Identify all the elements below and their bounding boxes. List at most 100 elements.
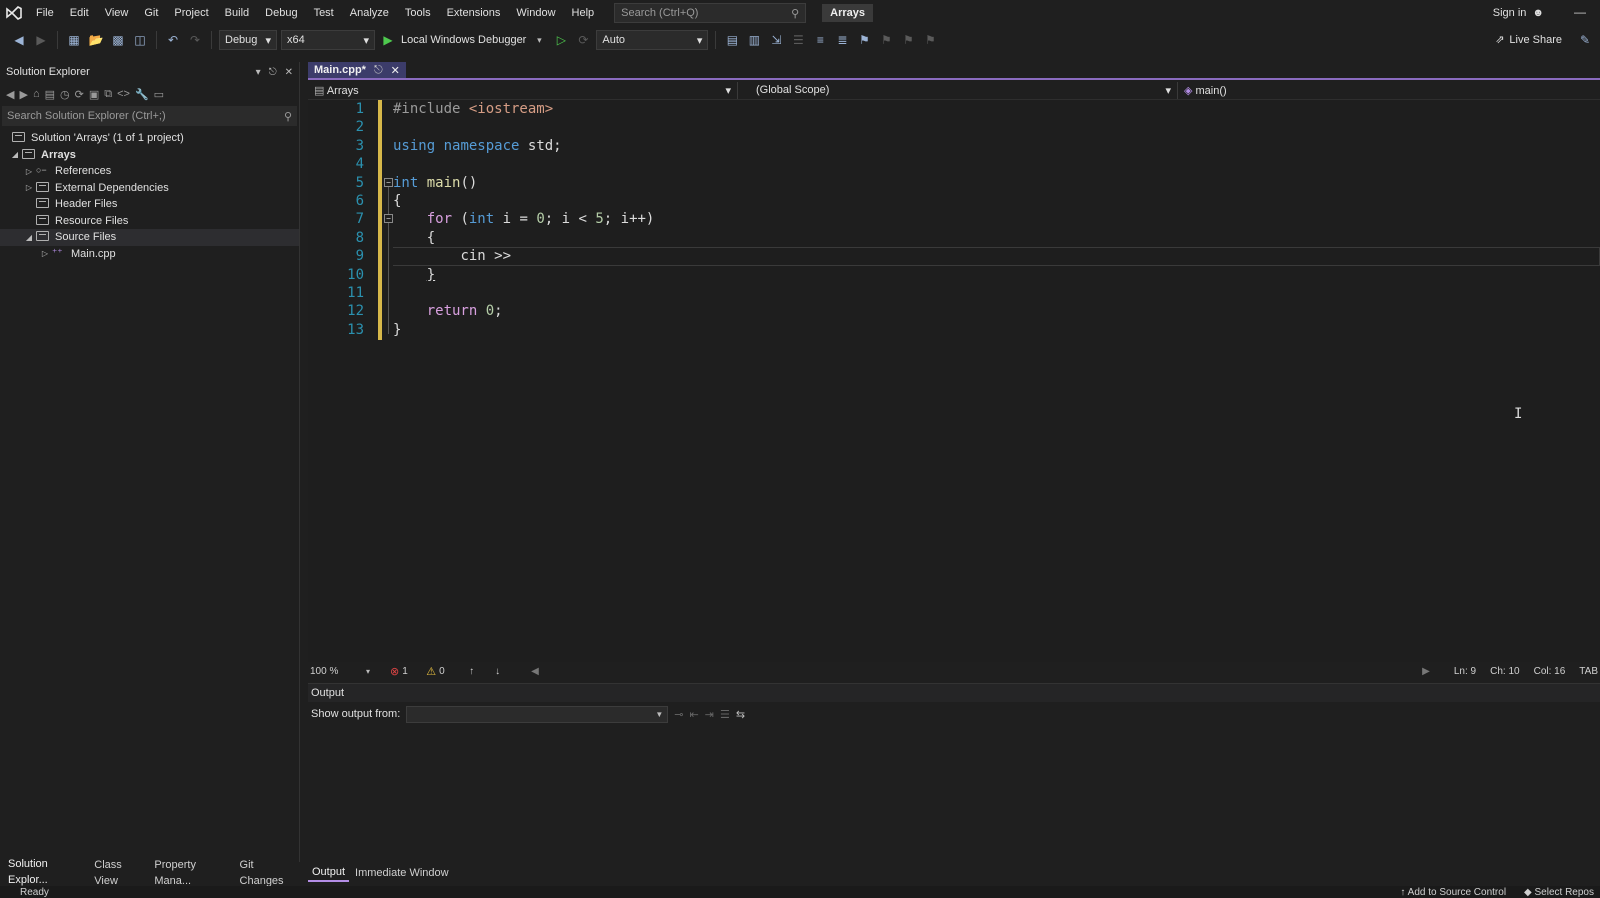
tab-class-view[interactable]: Class View: [90, 857, 148, 889]
home-icon[interactable]: ⌂: [33, 88, 40, 100]
menu-edit[interactable]: Edit: [62, 0, 97, 26]
clear-bookmarks-icon[interactable]: ⚑: [921, 31, 939, 49]
error-count[interactable]: 1: [402, 666, 426, 677]
collapsed-arrow-icon[interactable]: ▷: [38, 249, 52, 258]
zoom-level[interactable]: 100 %: [308, 666, 366, 677]
start-debugging-icon[interactable]: ▶: [379, 31, 397, 49]
bookmark-icon[interactable]: ⚑: [855, 31, 873, 49]
menu-build[interactable]: Build: [217, 0, 257, 26]
tree-item-project[interactable]: ◢ Arrays: [0, 147, 299, 164]
layout-icon[interactable]: ▥: [745, 31, 763, 49]
warning-count[interactable]: 0: [439, 666, 469, 677]
column-indicator[interactable]: Col: 16: [1534, 666, 1566, 677]
menu-file[interactable]: File: [28, 0, 62, 26]
close-icon[interactable]: ✕: [285, 67, 293, 78]
next-bookmark-icon[interactable]: ⚑: [899, 31, 917, 49]
feedback-icon[interactable]: ✎: [1576, 31, 1594, 49]
view-code-icon[interactable]: <>: [117, 88, 130, 100]
platform-select[interactable]: x64 ▾: [281, 30, 375, 50]
menu-analyze[interactable]: Analyze: [342, 0, 397, 26]
prev-bookmark-icon[interactable]: ⚑: [877, 31, 895, 49]
configuration-select[interactable]: Debug ▾: [219, 30, 277, 50]
menu-view[interactable]: View: [97, 0, 137, 26]
show-all-files-icon[interactable]: ⧉: [104, 88, 112, 101]
expand-arrow-icon[interactable]: ◢: [22, 233, 36, 242]
prev-message-icon[interactable]: ⇤: [690, 708, 699, 721]
tab-output[interactable]: Output: [308, 864, 350, 882]
tree-item-references[interactable]: ▷ ○− References: [0, 163, 299, 180]
save-all-icon[interactable]: ◫: [131, 31, 149, 49]
forward-icon[interactable]: ▶: [19, 88, 27, 101]
tree-item-main-cpp[interactable]: ▷ ⁺⁺ Main.cpp: [0, 246, 299, 263]
start-without-debugging-icon[interactable]: ▷: [552, 31, 570, 49]
menu-project[interactable]: Project: [166, 0, 216, 26]
undo-icon[interactable]: ↶: [164, 31, 182, 49]
open-folder-icon[interactable]: 📂: [87, 31, 105, 49]
tab-solution-explorer[interactable]: Solution Explor...: [4, 856, 89, 890]
menu-extensions[interactable]: Extensions: [439, 0, 509, 26]
select-repository-button[interactable]: ◆ Select Repos: [1524, 887, 1594, 898]
next-issue-icon[interactable]: ↓: [495, 666, 531, 677]
navigate-back-icon[interactable]: ◀: [10, 31, 28, 49]
tab-main-cpp[interactable]: Main.cpp* ⎋ ✕: [308, 62, 406, 78]
warning-icon[interactable]: ⚠: [426, 665, 436, 678]
properties-icon[interactable]: 🔧: [135, 88, 149, 101]
menu-debug[interactable]: Debug: [257, 0, 305, 26]
pending-changes-icon[interactable]: ◷: [60, 88, 70, 101]
scroll-left-icon[interactable]: ◀: [531, 666, 539, 677]
back-icon[interactable]: ◀: [6, 88, 14, 101]
collapse-icon[interactable]: −: [384, 177, 393, 187]
project-dropdown[interactable]: ▤ Arrays ▾: [308, 81, 738, 99]
browse-icon[interactable]: ▤: [723, 31, 741, 49]
code-editor[interactable]: 1 #include <iostream> 2 3 using namespac…: [308, 100, 1600, 662]
format-icon[interactable]: ☰: [789, 31, 807, 49]
scroll-right-icon[interactable]: ▶: [1422, 666, 1430, 677]
add-to-source-control-button[interactable]: ↑ Add to Source Control: [1400, 887, 1506, 898]
error-icon[interactable]: ⊗: [390, 665, 399, 678]
char-indicator[interactable]: Ch: 10: [1490, 666, 1519, 677]
tab-property-manager[interactable]: Property Mana...: [150, 857, 233, 889]
pin-icon[interactable]: ⎋: [374, 64, 383, 77]
chevron-down-icon[interactable]: ▾: [366, 667, 390, 676]
tree-item-resource-files[interactable]: Resource Files: [0, 213, 299, 230]
find-message-icon[interactable]: ⊸: [674, 708, 683, 721]
pin-icon[interactable]: ⎋: [269, 67, 277, 78]
tree-item-external-dependencies[interactable]: ▷ External Dependencies: [0, 180, 299, 197]
switch-views-icon[interactable]: ▤: [45, 88, 55, 101]
window-position-icon[interactable]: ▾: [256, 67, 261, 78]
tree-item-source-files[interactable]: ◢ Source Files: [0, 229, 299, 246]
previous-issue-icon[interactable]: ↑: [469, 666, 495, 677]
chevron-down-icon[interactable]: ▾: [530, 31, 548, 49]
sync-icon[interactable]: ⟳: [75, 88, 84, 101]
clear-all-icon[interactable]: ☰: [720, 708, 730, 721]
word-wrap-icon[interactable]: ⇆: [736, 708, 745, 721]
tree-item-solution[interactable]: Solution 'Arrays' (1 of 1 project): [0, 130, 299, 147]
menu-help[interactable]: Help: [564, 0, 603, 26]
hot-reload-icon[interactable]: ⟳: [574, 31, 592, 49]
tree-item-header-files[interactable]: Header Files: [0, 196, 299, 213]
scope-dropdown[interactable]: (Global Scope) ▾: [738, 81, 1178, 99]
menu-window[interactable]: Window: [508, 0, 563, 26]
global-search-input[interactable]: Search (Ctrl+Q) ⚲: [614, 3, 807, 23]
tab-immediate-window[interactable]: Immediate Window: [351, 865, 453, 881]
menu-test[interactable]: Test: [306, 0, 342, 26]
redo-icon[interactable]: ↷: [186, 31, 204, 49]
tab-git-changes[interactable]: Git Changes: [236, 857, 301, 889]
live-share-button[interactable]: ⇗ Live Share: [1495, 27, 1562, 53]
new-project-icon[interactable]: ▦: [65, 31, 83, 49]
solution-search-input[interactable]: Search Solution Explorer (Ctrl+;) ⚲: [2, 106, 297, 126]
minimize-icon[interactable]: —: [1574, 0, 1586, 24]
output-source-select[interactable]: ▼: [406, 705, 669, 723]
expand-arrow-icon[interactable]: ◢: [8, 150, 22, 159]
debugger-button[interactable]: Local Windows Debugger: [401, 34, 526, 46]
close-icon[interactable]: ✕: [391, 64, 400, 77]
sign-in-button[interactable]: Sign in ☻: [1493, 0, 1544, 26]
member-dropdown[interactable]: ◈ main(): [1178, 82, 1598, 99]
collapsed-arrow-icon[interactable]: ▷: [22, 167, 36, 176]
comment-icon[interactable]: ≡: [811, 31, 829, 49]
menu-git[interactable]: Git: [136, 0, 166, 26]
step-icon[interactable]: ⇲: [767, 31, 785, 49]
collapsed-arrow-icon[interactable]: ▷: [22, 183, 36, 192]
collapse-all-icon[interactable]: ▣: [89, 88, 99, 101]
preview-icon[interactable]: ▭: [154, 88, 164, 101]
